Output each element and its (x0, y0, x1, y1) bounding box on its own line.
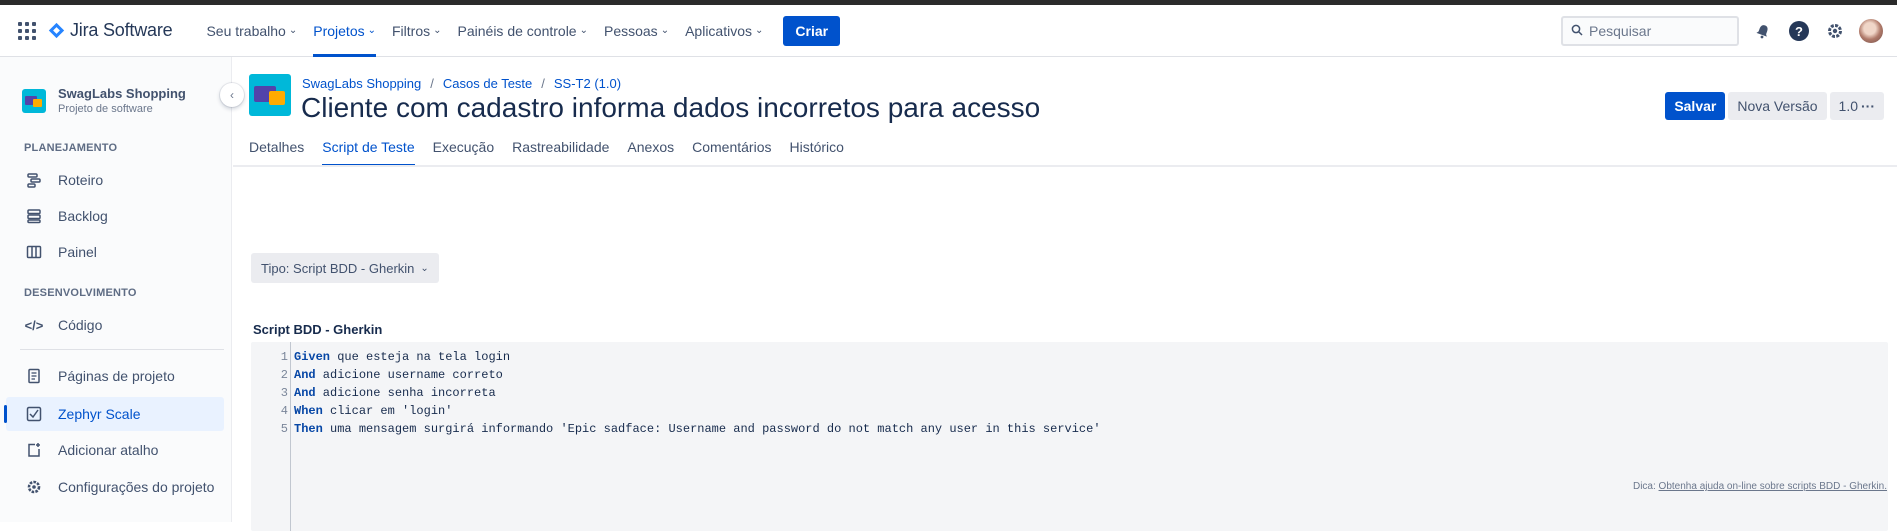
tab-bar: Detalhes Script de Teste Execução Rastre… (249, 136, 862, 166)
chevron-down-icon: ⌄ (288, 25, 298, 36)
save-button[interactable]: Salvar (1665, 92, 1726, 120)
chevron-down-icon: ⌄ (367, 25, 376, 36)
top-navigation: Jira Software Seu trabalho ⌄ Projetos ⌄ Fi… (0, 5, 1897, 57)
tab-anexos[interactable]: Anexos (627, 136, 674, 166)
line-number: 2 (280, 368, 288, 382)
search-input[interactable]: Pesquisar (1561, 16, 1739, 46)
code-text: adicione senha incorreta (315, 386, 496, 400)
notifications-icon[interactable] (1751, 19, 1775, 43)
chevron-down-icon: ⌄ (579, 25, 588, 36)
board-icon (24, 242, 44, 262)
section-development: DESENVOLVIMENTO (24, 287, 137, 299)
tab-script-de-teste[interactable]: Script de Teste (322, 136, 415, 166)
add-shortcut-icon (24, 440, 44, 460)
line-number: 3 (280, 386, 288, 400)
tab-rastreabilidade[interactable]: Rastreabilidade (512, 136, 609, 166)
gherkin-keyword: And (294, 368, 316, 382)
sidebar-item-configuracoes[interactable]: Configurações do projeto (6, 470, 224, 504)
code-text: uma mensagem surgirá informando 'Epic sa… (322, 422, 1101, 436)
sidebar-item-painel[interactable]: Painel (6, 235, 224, 269)
sidebar-item-codigo[interactable]: </> Código (6, 308, 224, 342)
gherkin-keyword: Given (294, 350, 331, 364)
script-type-dropdown[interactable]: Tipo: Script BDD - Gherkin ⌄ (251, 253, 439, 283)
sidebar-item-zephyr-scale[interactable]: Zephyr Scale (4, 397, 224, 431)
page-title: Cliente com cadastro informa dados incor… (301, 92, 1041, 123)
search-placeholder: Pesquisar (1589, 23, 1652, 39)
tab-comentarios[interactable]: Comentários (692, 136, 771, 166)
section-planning: PLANEJAMENTO (24, 142, 118, 154)
gherkin-keyword: When (294, 404, 323, 418)
menu-projetos[interactable]: Projetos ⌄ (305, 5, 384, 57)
breadcrumb: SwagLabs Shopping / Casos de Teste / SS-… (302, 76, 622, 91)
create-button[interactable]: Criar (783, 15, 841, 46)
settings-icon (24, 477, 44, 497)
tab-detalhes[interactable]: Detalhes (249, 136, 304, 166)
menu-filtros[interactable]: Filtros ⌄ (384, 5, 450, 57)
chevron-down-icon: ⌄ (660, 25, 670, 36)
help-link[interactable]: Obtenha ajuda on-line sobre scripts BDD … (1659, 481, 1887, 492)
pages-icon (24, 366, 44, 386)
line-number: 4 (280, 404, 288, 418)
project-name: SwagLabs Shopping (58, 86, 186, 101)
chevron-down-icon: ⌄ (433, 25, 442, 36)
settings-icon[interactable] (1823, 19, 1847, 43)
gherkin-keyword: And (294, 386, 316, 400)
tab-historico[interactable]: Histórico (789, 136, 843, 166)
header-actions: Salvar Nova Versão 1.0 ··· (1662, 92, 1884, 120)
sidebar-item-paginas[interactable]: Páginas de projeto (6, 359, 224, 393)
user-avatar[interactable] (1859, 19, 1883, 43)
tab-execucao[interactable]: Execução (433, 136, 494, 166)
roadmap-icon (24, 170, 44, 190)
more-icon: ··· (1861, 98, 1875, 114)
zephyr-icon (24, 404, 44, 424)
code-text: clicar em 'login' (322, 404, 453, 418)
gherkin-keyword: Then (294, 422, 323, 436)
breadcrumb-project[interactable]: SwagLabs Shopping (302, 76, 421, 91)
chevron-down-icon: ⌄ (420, 262, 429, 274)
code-text: adicione username correto (315, 368, 503, 382)
code-text: que esteja na tela login (330, 350, 511, 364)
chevron-down-icon: ⌄ (755, 25, 764, 36)
line-number: 5 (280, 422, 288, 436)
logo-text: Jira Software (70, 20, 173, 40)
menu-seu-trabalho[interactable]: Seu trabalho ⌄ (198, 5, 305, 57)
breadcrumb-test-cases[interactable]: Casos de Teste (443, 76, 532, 91)
project-avatar (22, 88, 46, 113)
line-number: 1 (280, 350, 288, 364)
main-menu: Seu trabalho ⌄ Projetos ⌄ Filtros ⌄ Painéis… (198, 5, 771, 57)
sidebar-item-roteiro[interactable]: Roteiro (6, 163, 224, 197)
gherkin-code-editor[interactable]: 1 Given que esteja na tela login 2 And a… (251, 342, 1888, 531)
new-version-button[interactable]: Nova Versão (1728, 92, 1827, 120)
sidebar-divider (20, 349, 224, 350)
sidebar-item-backlog[interactable]: Backlog (6, 199, 224, 233)
project-header[interactable]: SwagLabs Shopping Projeto de software (22, 86, 186, 115)
backlog-icon (24, 206, 44, 226)
menu-aplicativos[interactable]: Aplicativos ⌄ (677, 5, 771, 57)
help-tip: Dica: Obtenha ajuda on-line sobre script… (1632, 481, 1887, 492)
main-content: SwagLabs Shopping / Casos de Teste / SS-… (233, 57, 1897, 531)
menu-paineis[interactable]: Painéis de controle ⌄ (450, 5, 596, 57)
project-avatar-large (249, 74, 291, 116)
jira-logo[interactable]: Jira Software (48, 20, 173, 41)
breadcrumb-test-key[interactable]: SS-T2 (1.0) (554, 76, 621, 91)
jira-diamond-icon (48, 22, 65, 39)
script-title: Script BDD - Gherkin (253, 322, 383, 337)
code-icon: </> (24, 317, 44, 333)
project-type: Projeto de software (58, 103, 153, 115)
project-sidebar: SwagLabs Shopping Projeto de software PL… (0, 57, 232, 522)
help-icon[interactable]: ? (1787, 19, 1811, 43)
search-icon (1571, 24, 1583, 39)
app-switcher-icon[interactable] (18, 21, 36, 40)
sidebar-item-adicionar-atalho[interactable]: Adicionar atalho (6, 433, 224, 467)
version-menu-button[interactable]: 1.0 ··· (1829, 92, 1884, 120)
menu-pessoas[interactable]: Pessoas ⌄ (596, 5, 677, 57)
